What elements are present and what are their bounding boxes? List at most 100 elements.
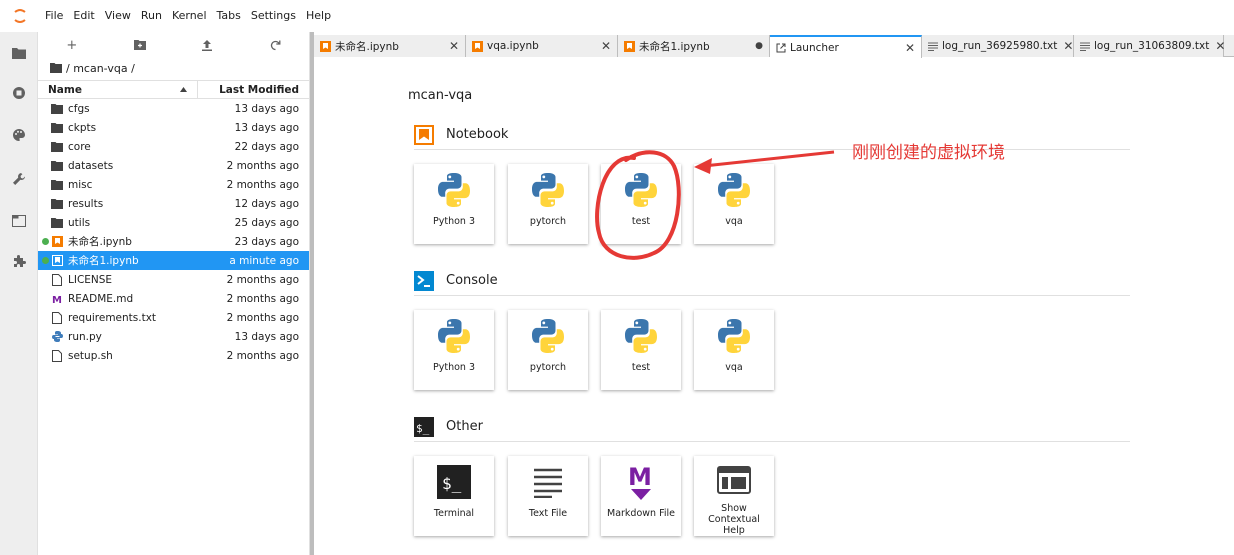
card-label: Markdown File [607, 508, 675, 519]
launcher-card-other-show-contextual-help[interactable]: Show Contextual Help [694, 456, 774, 536]
file-icon [50, 273, 64, 287]
card-label: Show Contextual Help [708, 503, 760, 536]
python-logo-icon [694, 164, 774, 216]
file-row[interactable]: 未命名1.ipynb a minute ago [38, 251, 309, 270]
launcher-card-notebook-python-3[interactable]: Python 3 [414, 164, 494, 244]
launcher-card-console-pytorch[interactable]: pytorch [508, 310, 588, 390]
launcher-card-other-terminal[interactable]: $_ Terminal [414, 456, 494, 536]
close-icon[interactable]: ✕ [1063, 39, 1073, 53]
file-name: 未命名.ipynb [68, 236, 132, 248]
tab-launcher[interactable]: Launcher ✕ [770, 35, 922, 58]
launcher-card-notebook-vqa[interactable]: vqa [694, 164, 774, 244]
python-logo-icon [508, 164, 588, 216]
file-row[interactable]: LICENSE 2 months ago [38, 270, 309, 289]
tab-label: log_run_31063809.txt [1094, 40, 1210, 52]
file-modified: a minute ago [229, 254, 299, 267]
close-icon[interactable]: ✕ [905, 41, 915, 55]
file-row[interactable]: requirements.txt 2 months ago [38, 308, 309, 327]
terminal-icon: $_ [414, 456, 494, 508]
file-row[interactable]: cfgs 13 days ago [38, 99, 309, 118]
menu-settings[interactable]: Settings [246, 0, 301, 32]
file-icon [50, 311, 64, 325]
close-icon[interactable]: ✕ [601, 39, 611, 53]
file-row[interactable]: utils 25 days ago [38, 213, 309, 232]
folder-icon [50, 216, 64, 230]
tab-log-run-36925980-txt[interactable]: log_run_36925980.txt ✕ [922, 35, 1074, 57]
file-row[interactable]: ckpts 13 days ago [38, 118, 309, 137]
palette-icon[interactable] [0, 122, 38, 148]
menu-help[interactable]: Help [301, 0, 336, 32]
python-logo-icon [601, 310, 681, 362]
file-row[interactable]: run.py 13 days ago [38, 327, 309, 346]
file-row[interactable]: results 12 days ago [38, 194, 309, 213]
file-modified: 2 months ago [226, 273, 299, 286]
notebook-icon [472, 40, 483, 52]
launcher-card-other-markdown-file[interactable]: M Markdown File [601, 456, 681, 536]
launcher-title: mcan-vqa [408, 88, 473, 103]
file-row[interactable]: misc 2 months ago [38, 175, 309, 194]
launcher-card-console-python-3[interactable]: Python 3 [414, 310, 494, 390]
running-sessions-icon[interactable] [0, 80, 38, 106]
launcher-card-console-test[interactable]: test [601, 310, 681, 390]
launcher-card-notebook-pytorch[interactable]: pytorch [508, 164, 588, 244]
svg-text:M: M [52, 295, 62, 305]
markdown-icon: M [50, 292, 64, 306]
unsaved-dot-icon[interactable]: ● [755, 41, 763, 51]
section-title: Console [446, 273, 498, 288]
card-label: vqa [725, 362, 743, 373]
file-modified: 25 days ago [234, 216, 299, 229]
breadcrumb-path[interactable]: / mcan-vqa / [66, 62, 135, 75]
launcher-card-console-vqa[interactable]: vqa [694, 310, 774, 390]
upload-icon[interactable] [174, 39, 242, 51]
card-label: Python 3 [433, 362, 475, 373]
console-section-icon [414, 270, 434, 291]
folder-icon [50, 159, 64, 173]
refresh-icon[interactable] [241, 40, 309, 51]
home-folder-icon[interactable] [50, 63, 62, 73]
file-row[interactable]: setup.sh 2 months ago [38, 346, 309, 365]
column-name-header[interactable]: Name [38, 81, 198, 98]
column-modified-header[interactable]: Last Modified [198, 84, 309, 96]
menu-tabs[interactable]: Tabs [212, 0, 246, 32]
svg-text:M: M [628, 463, 652, 491]
file-modified: 2 months ago [226, 178, 299, 191]
annotation-text: 刚刚创建的虚拟环境 [852, 143, 1005, 163]
folder-icon[interactable] [0, 40, 38, 66]
tab--ipynb[interactable]: 未命名.ipynb ✕ [314, 35, 466, 57]
tab--1-ipynb[interactable]: 未命名1.ipynb ● [618, 35, 770, 57]
tab-label: log_run_36925980.txt [942, 40, 1058, 52]
python-logo-icon [601, 164, 681, 216]
wrench-icon[interactable] [0, 166, 38, 192]
menu-file[interactable]: File [40, 0, 68, 32]
extension-puzzle-icon[interactable] [0, 248, 38, 274]
tab-log-run-31063809-txt[interactable]: log_run_31063809.txt ✕ [1074, 35, 1225, 57]
close-icon[interactable]: ✕ [449, 39, 459, 53]
menu-run[interactable]: Run [136, 0, 167, 32]
file-icon [50, 349, 64, 363]
file-modified: 2 months ago [226, 292, 299, 305]
file-list-header: Name Last Modified [38, 80, 309, 99]
folder-icon [50, 178, 64, 192]
launcher-card-other-text-file[interactable]: Text File [508, 456, 588, 536]
new-launcher-plus-icon[interactable]: + [38, 38, 106, 53]
tab-vqa-ipynb[interactable]: vqa.ipynb ✕ [466, 35, 618, 57]
file-row[interactable]: core 22 days ago [38, 137, 309, 156]
new-folder-icon[interactable] [106, 40, 174, 50]
tabs-icon[interactable] [0, 208, 38, 234]
section-title: Notebook [446, 127, 509, 142]
launcher-card-notebook-test[interactable]: test [601, 164, 681, 244]
menu-view[interactable]: View [100, 0, 136, 32]
file-modified: 13 days ago [234, 330, 299, 343]
file-row[interactable]: datasets 2 months ago [38, 156, 309, 175]
text-file-icon [508, 456, 588, 508]
file-row[interactable]: M README.md 2 months ago [38, 289, 309, 308]
file-row[interactable]: 未命名.ipynb 23 days ago [38, 232, 309, 251]
menu-edit[interactable]: Edit [68, 0, 99, 32]
file-name: core [68, 140, 91, 153]
file-browser: + / mcan-vqa / Name Last Modified cfgs 13… [38, 32, 310, 555]
file-name: 未命名1.ipynb [68, 255, 139, 267]
close-icon[interactable]: ✕ [1215, 39, 1225, 53]
menu-kernel[interactable]: Kernel [167, 0, 212, 32]
launcher-panel: mcan-vqa Notebook Python 3 pytorch test vqa C… [314, 58, 1234, 555]
launcher-icon [776, 43, 786, 53]
